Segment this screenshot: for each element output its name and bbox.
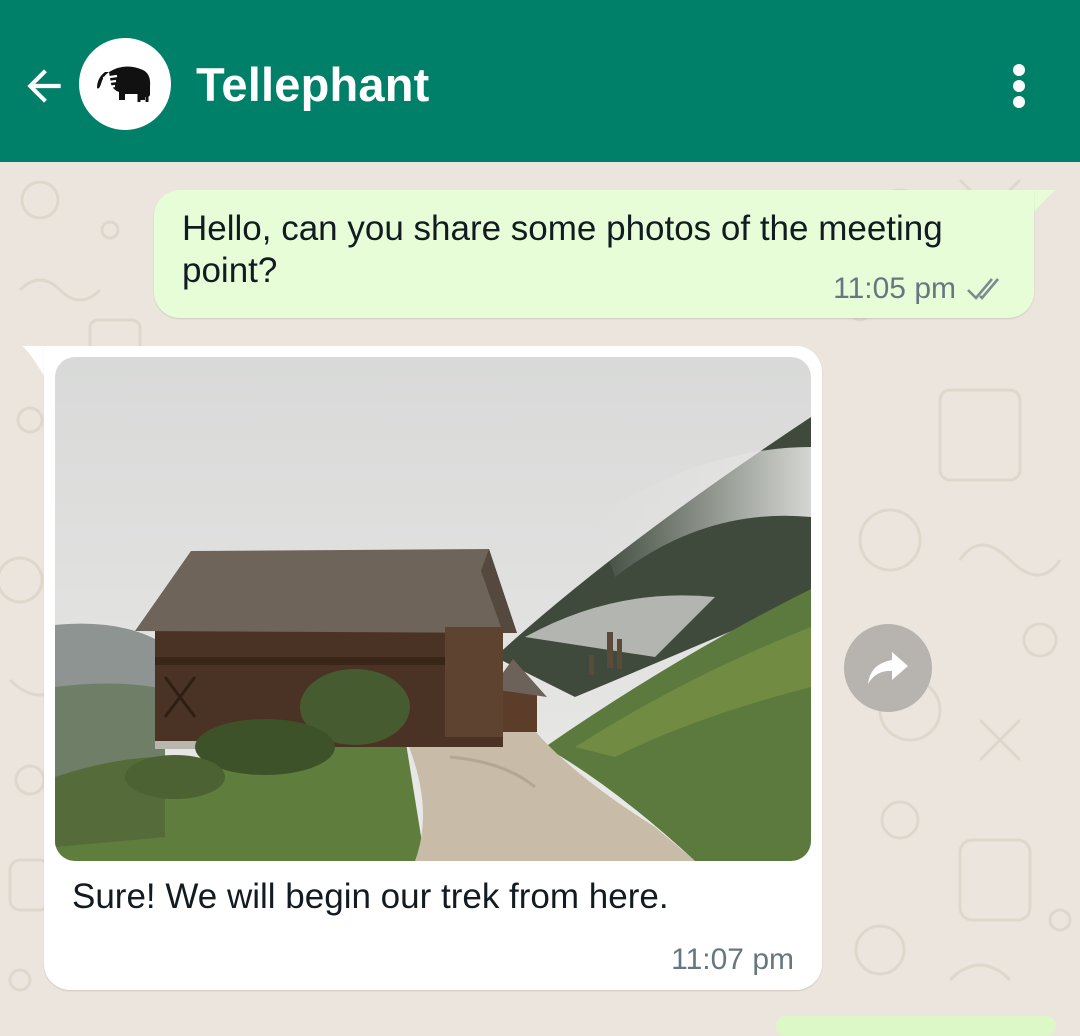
back-button[interactable] <box>16 58 72 114</box>
arrow-left-icon <box>27 69 61 103</box>
forward-button[interactable] <box>844 624 932 712</box>
elephant-logo-icon <box>97 66 151 102</box>
chat-header: Tellephant <box>0 0 1080 162</box>
next-outgoing-bubble-peek <box>776 1016 1056 1036</box>
message-time: 11:05 pm <box>833 272 956 305</box>
more-vertical-icon <box>1013 64 1025 108</box>
barn-landscape-photo <box>55 357 811 861</box>
message-time: 11:07 pm <box>671 943 794 976</box>
message-text: Sure! We will begin our trek from here. <box>72 877 669 916</box>
message-meta: 11:05 pm <box>833 272 1010 306</box>
contact-avatar[interactable] <box>79 38 171 130</box>
double-check-icon <box>967 278 999 300</box>
more-options-button[interactable] <box>996 58 1042 114</box>
incoming-message[interactable]: Sure! We will begin our trek from here. … <box>44 346 822 990</box>
forward-share-icon <box>868 652 908 684</box>
outgoing-message[interactable]: Hello, can you share some photos of the … <box>154 190 1034 318</box>
chat-title[interactable]: Tellephant <box>196 56 430 114</box>
message-photo[interactable] <box>55 357 811 861</box>
